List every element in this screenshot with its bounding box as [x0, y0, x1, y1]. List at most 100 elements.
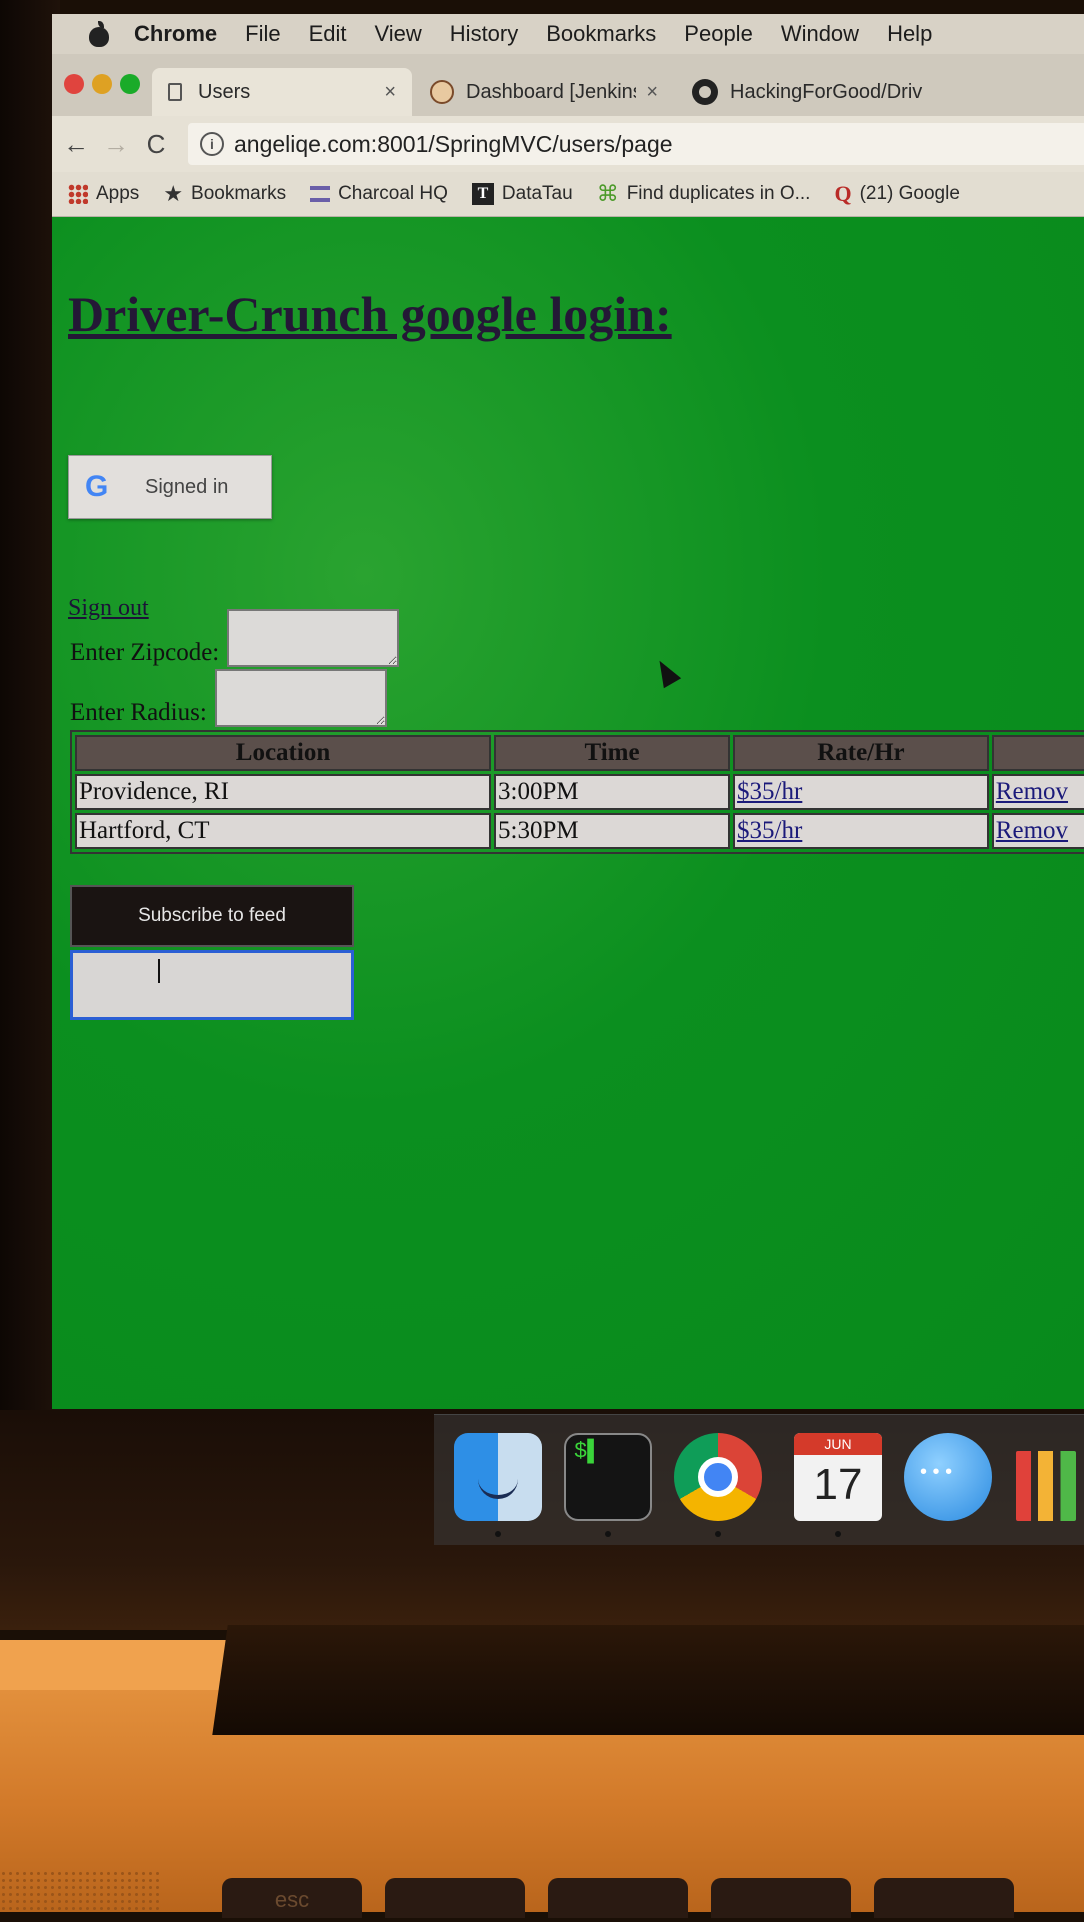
bookmark-bookmarks[interactable]: ★ Bookmarks: [163, 181, 286, 207]
bookmark-label: DataTau: [501, 183, 573, 204]
remove-link[interactable]: Remov: [996, 778, 1068, 805]
shifts-table: Location Time Rate/Hr Providence, RI 3:0…: [70, 730, 1084, 854]
info-icon[interactable]: i: [200, 132, 224, 156]
apple-icon[interactable]: [88, 21, 110, 47]
rate-cell: $35/hr: [733, 813, 989, 849]
google-signin-label: Signed in: [145, 475, 229, 498]
rate-link[interactable]: $35/hr: [737, 778, 802, 805]
numbers-icon[interactable]: [1016, 1451, 1076, 1521]
bookmark-label: Apps: [96, 183, 140, 204]
column-header-time: Time: [494, 735, 731, 771]
menu-app-name[interactable]: Chrome: [134, 21, 217, 47]
zipcode-row: Enter Zipcode:: [70, 609, 400, 667]
reload-button[interactable]: C: [136, 129, 176, 160]
mouse-pointer-icon: [650, 655, 682, 689]
calendar-month: JUN: [794, 1433, 882, 1455]
radius-row: Enter Radius:: [70, 669, 387, 727]
bookmark-find-duplicates[interactable]: ⌘ Find duplicates in O...: [597, 181, 811, 207]
macos-dock: $▌ JUN 17: [434, 1414, 1084, 1545]
menu-file[interactable]: File: [245, 21, 280, 47]
table-row: Providence, RI 3:00PM $35/hr Remov: [75, 774, 1084, 810]
messages-icon[interactable]: [904, 1433, 992, 1521]
page-title[interactable]: Driver-Crunch google login:: [68, 285, 672, 343]
tab-hackingforgood[interactable]: HackingForGood/Driv: [676, 68, 1084, 116]
forward-button[interactable]: →: [96, 129, 136, 160]
page-icon: [168, 83, 182, 101]
menu-history[interactable]: History: [450, 21, 518, 47]
radius-label: Enter Radius:: [70, 699, 207, 726]
github-icon: [692, 79, 718, 105]
menu-bookmarks[interactable]: Bookmarks: [546, 21, 656, 47]
action-cell: Remov: [991, 774, 1084, 810]
web-page: Driver-Crunch google login: G Signed in …: [52, 217, 1084, 1409]
minimize-window-button[interactable]: [92, 74, 112, 94]
table-row: Hartford, CT 5:30PM $35/hr Remov: [75, 813, 1084, 849]
zipcode-label: Enter Zipcode:: [70, 639, 220, 666]
jenkins-icon: [430, 80, 454, 104]
action-cell: Remov: [991, 813, 1084, 849]
finder-icon[interactable]: [454, 1433, 542, 1521]
subscribe-button[interactable]: Subscribe to feed: [70, 885, 354, 947]
duplicates-icon: ⌘: [596, 181, 619, 206]
charcoal-icon: [310, 186, 331, 202]
tab-strip: Users × Dashboard [Jenkins] × HackingFor…: [52, 54, 1084, 116]
zipcode-input[interactable]: [227, 609, 400, 667]
bookmark-label: (21) Google: [859, 183, 960, 204]
remove-link[interactable]: Remov: [996, 817, 1068, 844]
time-cell: 5:30PM: [494, 813, 731, 849]
brightness-up-key: [548, 1878, 688, 1918]
bookmark-charcoal-hq[interactable]: Charcoal HQ: [310, 183, 448, 205]
tab-users[interactable]: Users ×: [152, 68, 412, 116]
menu-people[interactable]: People: [684, 21, 753, 47]
rate-link[interactable]: $35/hr: [737, 817, 802, 844]
time-cell: 3:00PM: [494, 774, 731, 810]
calendar-icon[interactable]: JUN 17: [794, 1433, 882, 1521]
close-tab-icon[interactable]: ×: [646, 81, 658, 104]
location-cell: Hartford, CT: [75, 813, 492, 849]
macos-menubar: Chrome File Edit View History Bookmarks …: [52, 14, 1084, 54]
menu-help[interactable]: Help: [887, 21, 932, 47]
location-cell: Providence, RI: [75, 774, 492, 810]
star-icon: ★: [163, 181, 184, 206]
apps-grid-icon: [68, 184, 88, 204]
running-indicator: [835, 1531, 841, 1537]
menu-window[interactable]: Window: [781, 21, 859, 47]
menu-edit[interactable]: Edit: [309, 21, 347, 47]
chrome-icon[interactable]: [674, 1433, 762, 1521]
terminal-icon[interactable]: $▌: [564, 1433, 652, 1521]
text-caret: [158, 959, 160, 983]
address-bar[interactable]: i angeliqe.com:8001/SpringMVC/users/page: [188, 123, 1084, 165]
tab-dashboard-jenkins[interactable]: Dashboard [Jenkins] ×: [414, 68, 674, 116]
running-indicator: [605, 1531, 611, 1537]
esc-key: esc: [222, 1878, 362, 1918]
tab-title: HackingForGood/Driv: [730, 80, 923, 103]
bookmark-google[interactable]: Q (21) Google: [834, 181, 959, 207]
quora-icon: Q: [834, 181, 852, 206]
brightness-down-key: [385, 1878, 525, 1918]
feed-input[interactable]: [70, 950, 354, 1020]
bookmark-apps[interactable]: Apps: [68, 183, 139, 205]
google-signin-button[interactable]: G Signed in: [68, 455, 272, 519]
zoom-window-button[interactable]: [120, 74, 140, 94]
launchpad-key: [874, 1878, 1014, 1918]
bookmark-datatau[interactable]: T DataTau: [471, 183, 573, 205]
keyboard-row: esc: [0, 1878, 1084, 1918]
laptop-bezel: [0, 0, 60, 1420]
running-indicator: [495, 1531, 501, 1537]
tab-title: Dashboard [Jenkins]: [466, 80, 637, 103]
back-button[interactable]: ←: [56, 129, 96, 160]
close-tab-icon[interactable]: ×: [384, 81, 396, 104]
table-header-row: Location Time Rate/Hr: [75, 735, 1084, 771]
menu-view[interactable]: View: [375, 21, 422, 47]
bookmark-label: Find duplicates in O...: [626, 183, 811, 204]
rate-cell: $35/hr: [733, 774, 989, 810]
radius-input[interactable]: [214, 669, 387, 727]
terminal-prompt: $: [574, 1439, 588, 1464]
bookmarks-bar: Apps ★ Bookmarks Charcoal HQ T DataTau ⌘…: [52, 172, 1084, 217]
mission-control-key: [711, 1878, 851, 1918]
tab-title: Users: [198, 80, 251, 103]
column-header-action: [991, 735, 1084, 771]
url-text: angeliqe.com:8001/SpringMVC/users/page: [234, 130, 673, 157]
close-window-button[interactable]: [64, 74, 84, 94]
laptop-hinge: [212, 1625, 1084, 1735]
